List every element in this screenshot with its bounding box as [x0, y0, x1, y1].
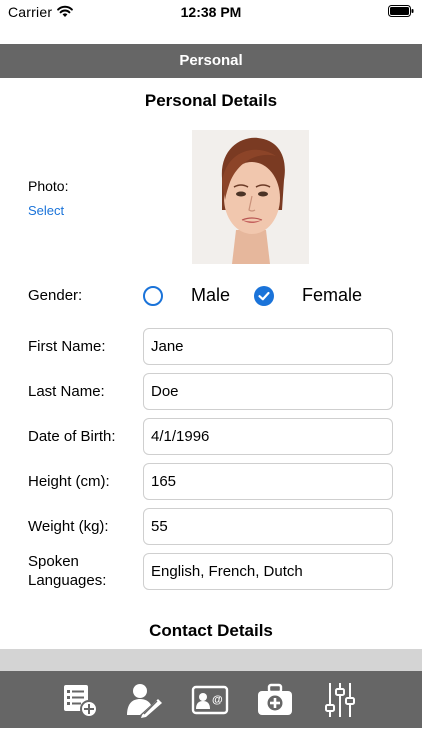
checkmark-icon [258, 291, 270, 301]
gender-label: Gender: [28, 287, 83, 304]
last-name-label: Last Name: [28, 383, 105, 400]
first-name-field[interactable] [143, 328, 393, 365]
dob-field[interactable] [143, 418, 393, 455]
photo-select-link[interactable]: Select [28, 203, 64, 218]
status-bar: Carrier 12:38 PM [0, 0, 422, 24]
tab-edit-profile[interactable] [124, 681, 164, 719]
photo-label: Photo: [28, 178, 69, 194]
tab-add-record[interactable] [60, 681, 100, 719]
weight-field[interactable] [143, 508, 393, 545]
svg-text:@: @ [212, 694, 223, 706]
contact-details-heading: Contact Details [149, 621, 273, 640]
battery-icon [388, 5, 414, 17]
medical-kit-icon [258, 683, 292, 715]
nav-title: Personal [179, 52, 243, 69]
tab-contact-card[interactable]: @ [190, 681, 230, 719]
portrait-image [192, 130, 309, 264]
tab-settings[interactable] [320, 681, 360, 719]
settings-sliders-icon [325, 683, 355, 717]
gender-male-label[interactable]: Male [191, 285, 230, 306]
first-name-label: First Name: [28, 338, 106, 355]
gender-male-radio[interactable] [143, 286, 163, 306]
home-indicator-area [0, 728, 422, 750]
weight-label: Weight (kg): [28, 518, 109, 535]
add-record-icon [64, 685, 98, 718]
last-name-field[interactable] [143, 373, 393, 410]
tab-medical[interactable] [255, 681, 295, 719]
dob-label: Date of Birth: [28, 428, 116, 445]
tab-bar: @ [0, 671, 422, 728]
gender-female-label[interactable]: Female [302, 285, 362, 306]
languages-field[interactable] [143, 553, 393, 590]
gender-female-radio[interactable] [254, 286, 274, 306]
section-divider [0, 649, 422, 671]
clock-time: 12:38 PM [180, 4, 242, 20]
personal-details-heading: Personal Details [144, 91, 278, 110]
languages-label-line1: Spoken [28, 553, 79, 570]
profile-photo[interactable] [192, 130, 309, 264]
languages-label-line2: Languages: [28, 572, 107, 589]
height-field[interactable] [143, 463, 393, 500]
nav-bar: Personal [0, 44, 422, 78]
contact-card-icon: @ [191, 685, 229, 715]
height-label: Height (cm): [28, 473, 110, 490]
edit-profile-icon [127, 684, 162, 718]
